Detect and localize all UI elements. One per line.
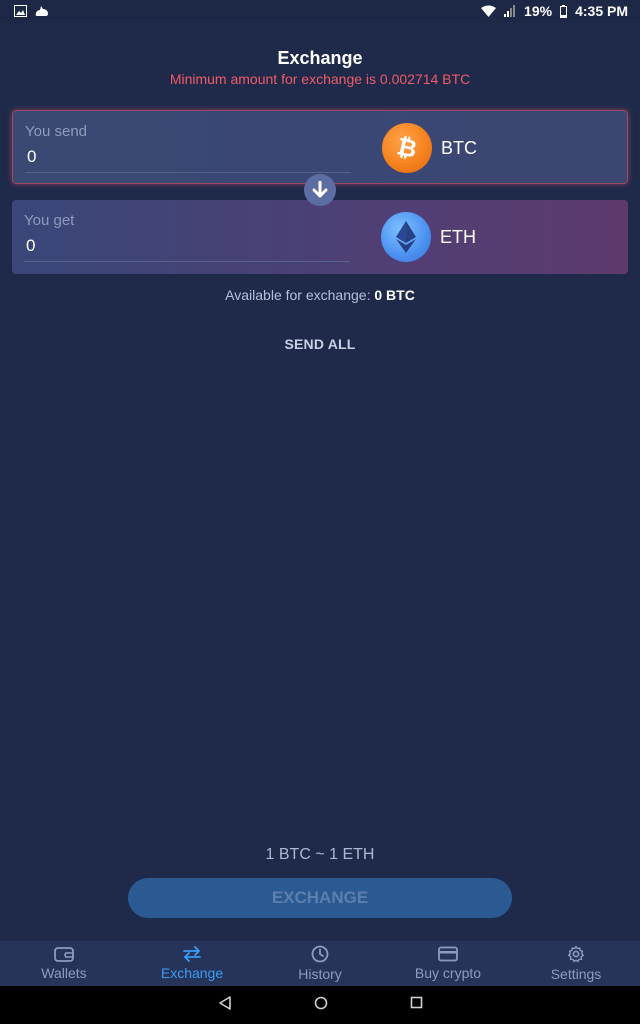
swap-direction-button[interactable]	[304, 174, 336, 206]
get-amount-input[interactable]: 0	[26, 236, 35, 256]
tab-history[interactable]: History	[256, 941, 384, 986]
send-label: You send	[25, 123, 88, 140]
image-notification-icon	[14, 5, 27, 17]
available-label: Available for exchange:	[225, 287, 371, 303]
system-navigation-bar	[0, 986, 640, 1024]
credit-card-icon	[438, 946, 458, 962]
recents-icon[interactable]	[410, 996, 423, 1014]
back-icon[interactable]	[218, 995, 232, 1015]
tab-label: Exchange	[160, 965, 224, 981]
exchange-button[interactable]: EXCHANGE	[128, 878, 512, 918]
send-amount-input[interactable]: 0	[27, 147, 36, 167]
available-balance: Available for exchange: 0 BTC	[0, 287, 640, 303]
app-notification-icon	[35, 5, 49, 17]
gear-icon	[568, 945, 584, 963]
send-card: You send 0 ₿ BTC	[12, 110, 628, 184]
available-value: 0 BTC	[374, 287, 415, 303]
status-bar: 19% 4:35 PM	[0, 0, 640, 22]
get-currency-selector[interactable]: ETH	[440, 227, 476, 248]
tab-label: Settings	[550, 966, 602, 982]
clock-icon	[311, 945, 329, 963]
send-input-underline	[25, 172, 351, 173]
bottom-tab-bar: Wallets Exchange History Buy crypto Sett…	[0, 941, 640, 986]
svg-text:₿: ₿	[395, 134, 420, 162]
get-input-underline	[24, 261, 350, 262]
send-currency-selector[interactable]: BTC	[441, 138, 477, 159]
arrow-down-icon	[312, 181, 328, 198]
wifi-icon	[481, 5, 497, 17]
clock-time: 4:35 PM	[575, 3, 628, 19]
minimum-amount-warning: Minimum amount for exchange is 0.002714 …	[169, 71, 471, 87]
get-card: You get 0 ETH	[12, 200, 628, 274]
ethereum-icon[interactable]	[381, 212, 431, 262]
get-label: You get	[24, 212, 75, 229]
tab-label: History	[298, 966, 342, 982]
wallet-icon	[54, 947, 74, 962]
signal-icon	[504, 5, 516, 17]
tab-exchange[interactable]: Exchange	[128, 941, 256, 986]
status-right: 19% 4:35 PM	[481, 3, 628, 19]
bitcoin-icon[interactable]: ₿	[382, 123, 432, 173]
battery-icon	[560, 4, 568, 18]
tab-buy-crypto[interactable]: Buy crypto	[384, 941, 512, 986]
tab-label: Wallets	[41, 965, 87, 981]
tab-label: Buy crypto	[414, 965, 482, 981]
send-all-button[interactable]: SEND ALL	[0, 336, 640, 352]
exchange-rate: 1 BTC ~ 1 ETH	[265, 846, 375, 863]
status-left	[14, 5, 49, 17]
swap-arrows-icon	[183, 946, 201, 962]
tab-wallets[interactable]: Wallets	[0, 941, 128, 986]
battery-percent: 19%	[524, 3, 553, 19]
page-title: Exchange	[277, 48, 363, 68]
home-icon[interactable]	[314, 996, 328, 1015]
tab-settings[interactable]: Settings	[512, 941, 640, 986]
